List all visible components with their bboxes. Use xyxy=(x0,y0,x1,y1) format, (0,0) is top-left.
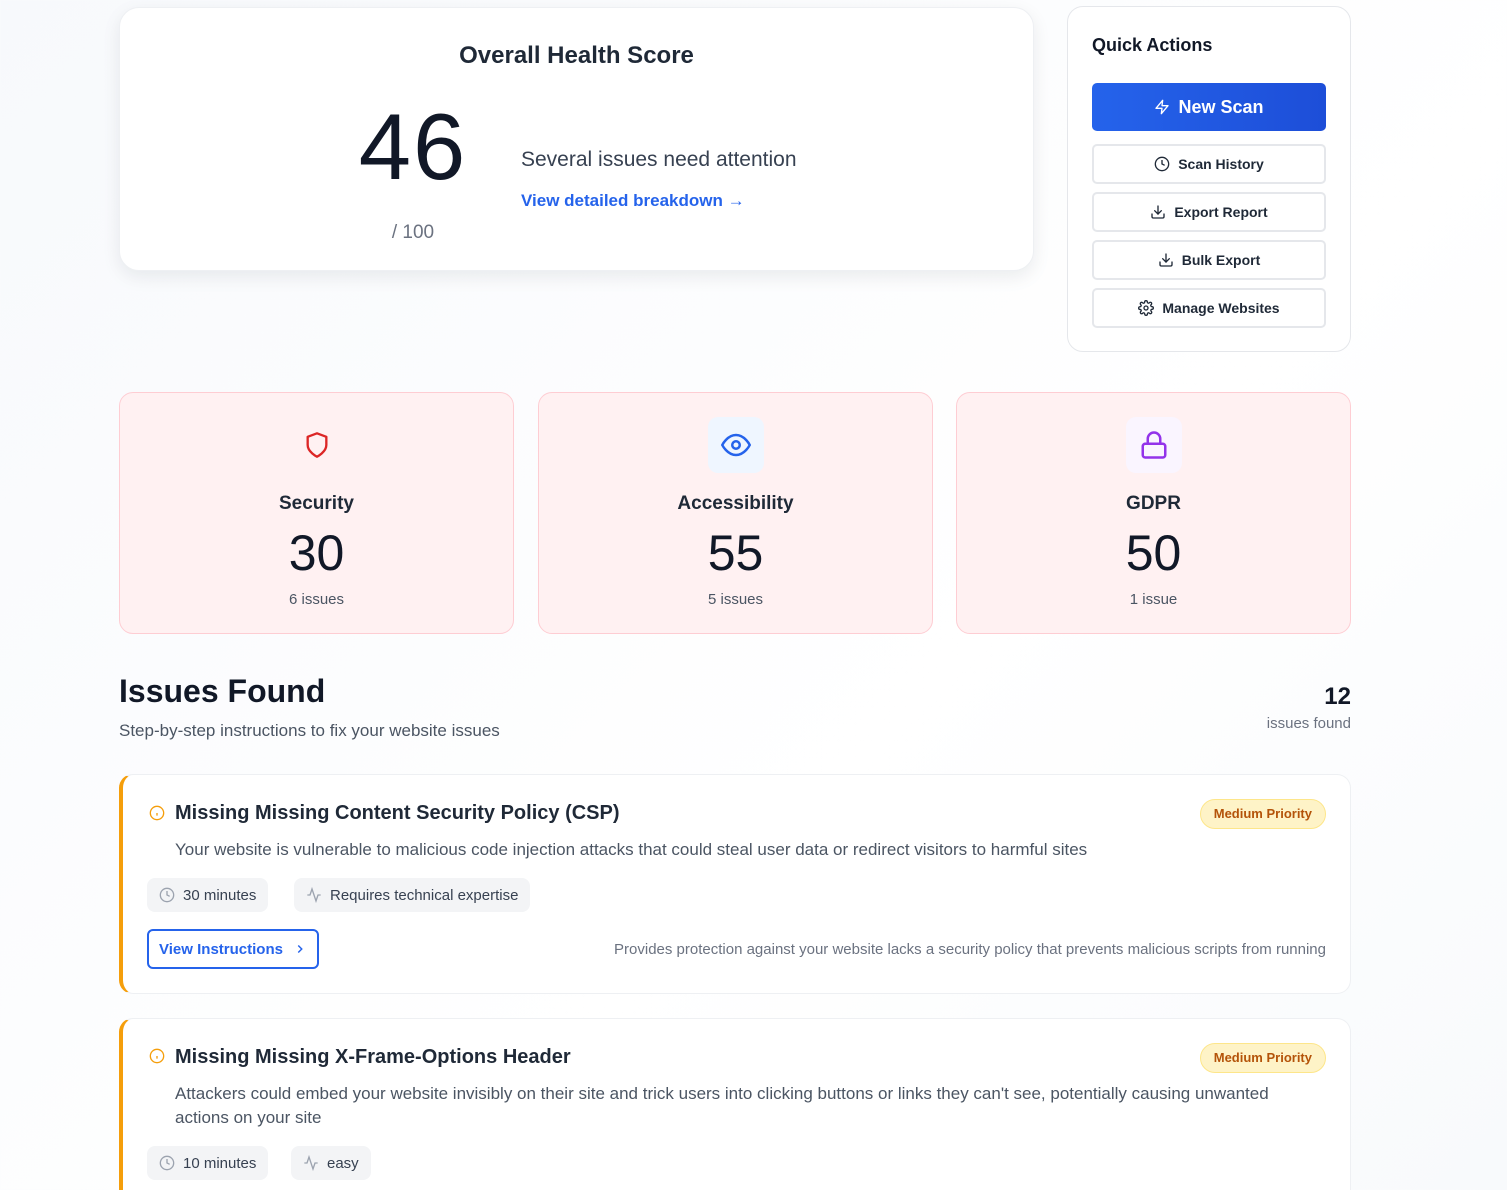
priority-badge: Medium Priority xyxy=(1199,1043,1326,1073)
category-score: 55 xyxy=(707,525,764,581)
time-estimate: 10 minutes xyxy=(183,1154,257,1172)
issues-title: Issues Found xyxy=(119,673,326,709)
issue-description: Attackers could embed your website invis… xyxy=(175,1084,1269,1127)
new-scan-label: New Scan xyxy=(1178,96,1264,117)
difficulty-tag: easy xyxy=(291,1146,371,1180)
issue-card: Missing Missing Content Security Policy … xyxy=(119,774,1351,994)
lock-icon xyxy=(1125,417,1182,473)
quick-actions-panel: Quick Actions New Scan Scan History Expo… xyxy=(1067,6,1351,352)
download-icon xyxy=(1159,253,1173,267)
clock-icon xyxy=(159,1155,175,1171)
issue-description: Your website is vulnerable to malicious … xyxy=(175,840,1088,859)
category-score: 30 xyxy=(288,525,345,581)
activity-icon xyxy=(304,1155,318,1171)
scan-history-button[interactable]: Scan History xyxy=(1092,144,1326,184)
health-message: Several issues need attention xyxy=(521,148,797,171)
difficulty-tag: Requires technical expertise xyxy=(294,878,531,912)
difficulty-label: Requires technical expertise xyxy=(330,886,519,904)
scan-history-label: Scan History xyxy=(1178,156,1264,172)
health-score-max: / 100 xyxy=(391,222,435,243)
lightning-icon xyxy=(1155,99,1170,115)
manage-websites-button[interactable]: Manage Websites xyxy=(1092,288,1326,328)
issues-subtitle: Step-by-step instructions to fix your we… xyxy=(119,721,500,740)
health-score-value: 46 xyxy=(358,94,468,199)
time-tag: 30 minutes xyxy=(147,878,269,912)
export-report-label: Export Report xyxy=(1174,204,1268,220)
view-breakdown-link[interactable]: View detailed breakdown → xyxy=(521,191,745,211)
shield-icon xyxy=(289,417,345,473)
view-instructions-label: View Instructions xyxy=(159,940,283,958)
clock-icon xyxy=(159,887,175,903)
eye-icon xyxy=(707,417,764,473)
quick-actions-title: Quick Actions xyxy=(1092,35,1213,55)
issue-title: Missing Missing X-Frame-Options Header xyxy=(175,1046,571,1068)
category-name: Security xyxy=(279,493,354,514)
bulk-export-label: Bulk Export xyxy=(1181,252,1261,268)
manage-websites-label: Manage Websites xyxy=(1162,300,1280,316)
category-score: 50 xyxy=(1125,525,1182,581)
priority-badge: Medium Priority xyxy=(1199,799,1326,829)
info-icon xyxy=(149,805,165,821)
category-issue-count: 1 issue xyxy=(1129,591,1178,608)
gdpr-category-card[interactable]: GDPR 50 1 issue xyxy=(956,392,1351,634)
activity-icon xyxy=(307,887,321,903)
export-report-button[interactable]: Export Report xyxy=(1092,192,1326,232)
accessibility-category-card[interactable]: Accessibility 55 5 issues xyxy=(538,392,933,634)
time-estimate: 30 minutes xyxy=(183,886,257,904)
issues-count-label: issues found xyxy=(1266,715,1351,732)
category-name: Accessibility xyxy=(677,493,794,514)
time-tag: 10 minutes xyxy=(147,1146,269,1180)
chevron-right-icon xyxy=(297,944,303,954)
difficulty-label: easy xyxy=(327,1154,359,1172)
bulk-export-button[interactable]: Bulk Export xyxy=(1092,240,1326,280)
new-scan-button[interactable]: New Scan xyxy=(1092,83,1326,131)
gear-icon xyxy=(1138,300,1155,316)
issue-card: Missing Missing X-Frame-Options Header M… xyxy=(119,1018,1351,1190)
category-issue-count: 5 issues xyxy=(707,591,764,608)
view-instructions-button[interactable]: View Instructions xyxy=(147,929,319,969)
issues-count: 12 xyxy=(1324,683,1351,710)
security-category-card[interactable]: Security 30 6 issues xyxy=(119,392,514,634)
health-title: Overall Health Score xyxy=(459,42,694,69)
issue-title: Missing Missing Content Security Policy … xyxy=(175,802,620,824)
info-icon xyxy=(149,1048,165,1064)
category-issue-count: 6 issues xyxy=(288,591,345,608)
issue-benefit-note: Provides protection against your website… xyxy=(614,941,1326,958)
category-name: GDPR xyxy=(1126,493,1181,514)
health-score-card: Overall Health Score 46 / 100 Several is… xyxy=(119,7,1034,271)
download-icon xyxy=(1151,205,1165,219)
clock-icon xyxy=(1154,156,1170,172)
